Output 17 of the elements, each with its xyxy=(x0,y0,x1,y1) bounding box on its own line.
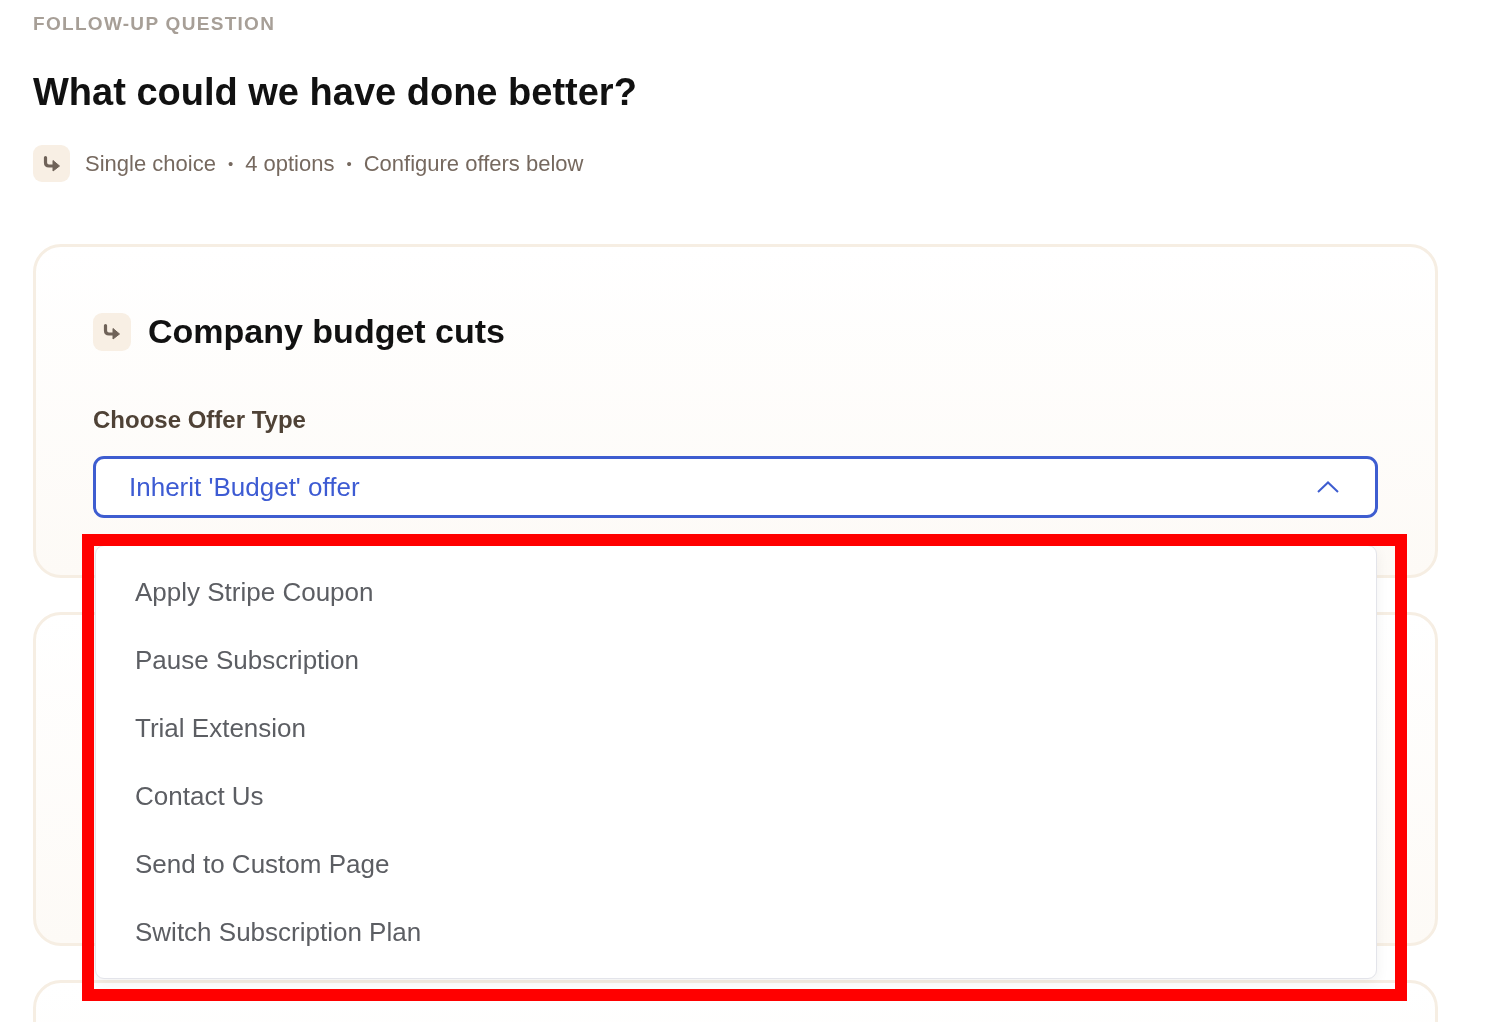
dropdown-option[interactable]: Pause Subscription xyxy=(96,626,1376,694)
dropdown-option[interactable]: Trial Extension xyxy=(96,694,1376,762)
question-title: What could we have done better? xyxy=(33,70,638,115)
dropdown-option[interactable]: Contact Us xyxy=(96,762,1376,830)
separator-dot: • xyxy=(346,153,352,174)
field-label: Choose Offer Type xyxy=(93,405,307,435)
dropdown-option[interactable]: Apply Stripe Coupon xyxy=(96,558,1376,626)
meta-text: Configure offers below xyxy=(363,149,584,178)
offer-type-select[interactable]: Inherit 'Budget' offer xyxy=(93,456,1378,518)
card-title: Company budget cuts xyxy=(148,311,506,352)
meta-text: Single choice xyxy=(85,149,216,178)
chevron-up-icon xyxy=(1317,481,1339,493)
separator-dot: • xyxy=(227,153,234,174)
section-label: FOLLOW-UP QUESTION xyxy=(33,12,277,36)
dropdown-option[interactable]: Send to Custom Page xyxy=(96,830,1376,898)
meta-text: 4 options xyxy=(245,149,335,178)
dropdown-option[interactable]: Switch Subscription Plan xyxy=(96,898,1376,966)
